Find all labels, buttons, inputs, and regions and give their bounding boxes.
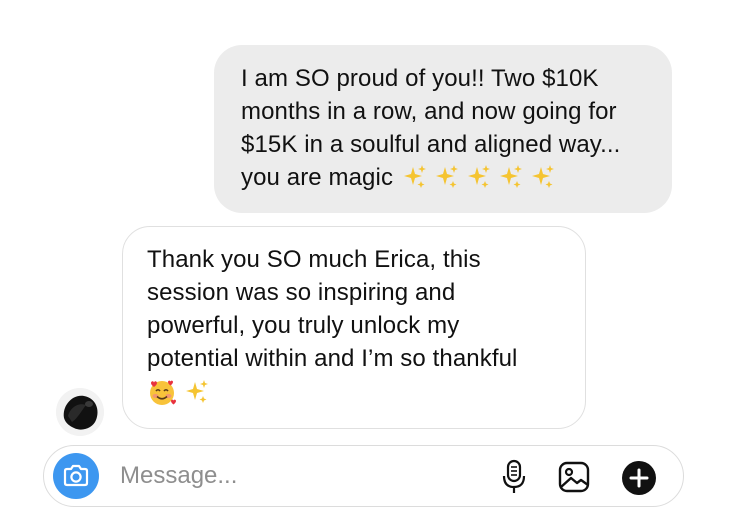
message-text-line: you are magic	[241, 161, 648, 194]
avatar-image	[56, 388, 104, 436]
sparkles-emoji-icon	[186, 380, 208, 403]
message-text-line: session was so inspiring and	[147, 279, 456, 306]
voice-message-button[interactable]	[495, 458, 533, 496]
message-text-line: powerful, you truly unlock my	[147, 312, 460, 339]
message-composer: Message...	[43, 445, 684, 507]
avatar[interactable]	[56, 388, 104, 436]
gallery-icon	[558, 461, 590, 493]
message-text-line: I am SO proud of you!! Two $10K	[241, 65, 599, 92]
microphone-icon	[502, 459, 526, 493]
sparkles-emoji-icon	[500, 165, 523, 188]
message-text-line: $15K in a soulful and aligned way...	[241, 131, 621, 158]
message-input[interactable]: Message...	[120, 462, 237, 490]
camera-icon	[63, 464, 89, 487]
plus-icon	[622, 461, 656, 495]
emoji-group	[147, 377, 563, 407]
message-text-line: months in a row, and now going for	[241, 98, 617, 125]
gallery-button[interactable]	[555, 458, 593, 496]
message-text-line: potential within and I’m so thankful	[147, 345, 518, 372]
sparkles-emoji-icon	[436, 165, 459, 188]
outgoing-message-bubble[interactable]: I am SO proud of you!! Two $10K months i…	[214, 45, 672, 213]
camera-button[interactable]	[53, 453, 99, 499]
sparkles-emoji-icon	[404, 165, 427, 188]
sparkles-emoji-icon	[532, 165, 555, 188]
smiling-face-with-hearts-emoji-icon	[150, 380, 176, 405]
more-options-button[interactable]	[620, 459, 658, 497]
incoming-message-bubble[interactable]: Thank you SO much Erica, this session wa…	[122, 226, 586, 429]
sparkles-emoji-icon	[468, 165, 491, 188]
emoji-group	[399, 163, 557, 191]
message-text-line: Thank you SO much Erica, this	[147, 246, 481, 273]
